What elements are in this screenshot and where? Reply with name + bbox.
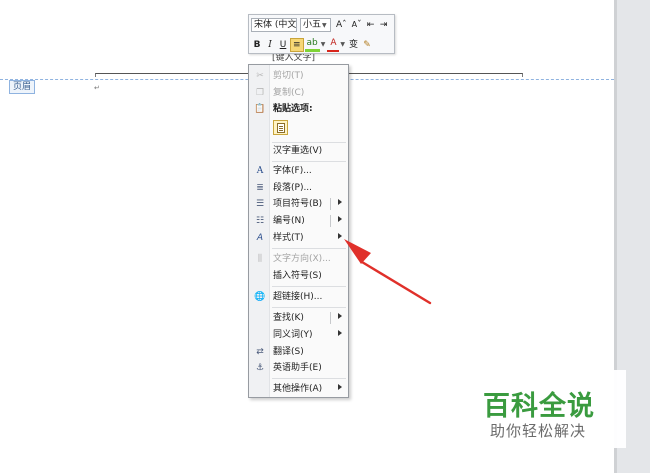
context-menu: ✂ 剪切(T) ❐ 复制(C) 📋 粘贴选项: 汉字重选(V) A 字体(F).… [248,64,349,398]
font-icon: A [256,166,264,176]
copy-icon: ❐ [255,88,265,98]
english-assistant-icon: ⚓ [255,363,265,373]
font-size-select[interactable]: 小五▼ [300,17,331,32]
submenu-arrow-icon [338,233,342,239]
styles-icon: A [256,233,264,243]
header-label-tag: 页眉 [9,80,36,94]
chevron-down-icon[interactable]: ▼ [340,41,345,48]
font-name-select[interactable]: 宋体 (中文▼ [251,17,297,32]
menu-item-styles[interactable]: A 样式(T) [249,230,348,246]
italic-button[interactable]: I [264,38,276,52]
menu-item-find[interactable]: 查找(K) [249,310,348,326]
menu-item-synonyms[interactable]: 同义词(Y) [249,327,348,343]
submenu-arrow-icon [338,330,342,336]
submenu-arrow-icon [338,216,342,222]
hyperlink-icon: 🌐 [254,292,266,302]
format-painter-icon[interactable]: ✎ [361,38,373,52]
menu-item-numbering[interactable]: ☷ 编号(N) [249,213,348,229]
watermark-subtitle: 助你轻松解决 [490,422,587,440]
paste-keep-text-only-button[interactable] [273,120,288,135]
menu-item-hyperlink[interactable]: 🌐 超链接(H)... [249,289,348,305]
bold-button[interactable]: B [251,38,263,52]
increase-indent-button[interactable]: ⇥ [378,18,390,32]
menu-item-more-actions[interactable]: 其他操作(A) [249,381,348,397]
watermark-logo: 百科全说 助你轻松解决 [466,370,626,448]
submenu-arrow-icon [338,313,342,319]
menu-section-paste-options: 📋 粘贴选项: [254,104,313,114]
scissors-icon: ✂ [256,71,264,81]
menu-item-reconvert[interactable]: 汉字重选(V) [249,143,348,159]
center-align-button[interactable]: ≡ [290,37,304,52]
bullets-icon: ☰ [255,199,265,209]
paragraph-icon: ≣ [256,183,264,193]
highlight-color-button[interactable]: ab [304,38,320,52]
menu-item-translate[interactable]: ⇄ 翻译(S) [249,344,348,360]
menu-item-font[interactable]: A 字体(F)... [249,163,348,179]
menu-item-paragraph[interactable]: ≣ 段落(P)... [249,180,348,196]
grow-font-button[interactable]: Aˆ [334,18,349,32]
shrink-font-button[interactable]: Aˇ [350,18,364,32]
text-direction-icon: ⫼ [257,254,263,264]
mini-formatting-toolbar: 宋体 (中文▼ 小五▼ Aˆ Aˇ ⇤ ⇥ B I U ≡ ab ▼ A ▼ 变… [248,14,395,54]
chevron-down-icon[interactable]: ▼ [321,41,326,48]
menu-item-insert-symbol[interactable]: 插入符号(S) [249,268,348,284]
paragraph-mark: ↵ [94,84,100,92]
underline-button[interactable]: U [277,38,289,52]
menu-separator [272,161,346,162]
menu-separator [272,378,346,379]
document-icon [277,123,285,133]
decrease-indent-button[interactable]: ⇤ [365,18,377,32]
font-color-button[interactable]: A [327,38,340,52]
menu-item-cut[interactable]: ✂ 剪切(T) [249,68,348,84]
numbering-icon: ☷ [255,216,265,226]
submenu-arrow-icon [338,384,342,390]
watermark-title: 百科全说 [483,391,595,422]
submenu-arrow-icon [338,199,342,205]
menu-separator [272,248,346,249]
clipboard-icon: 📋 [254,104,266,114]
chevron-down-icon: ▼ [322,21,327,29]
menu-separator [272,307,346,308]
menu-item-bullets[interactable]: ☰ 项目符号(B) [249,196,348,212]
menu-item-text-direction[interactable]: ⫼ 文字方向(X)... [249,251,348,267]
menu-separator [272,286,346,287]
menu-item-copy[interactable]: ❐ 复制(C) [249,85,348,101]
menu-item-english-assistant[interactable]: ⚓ 英语助手(E) [249,360,348,376]
translate-icon: ⇄ [256,347,264,357]
phonetic-guide-button[interactable]: 变 [347,38,360,52]
